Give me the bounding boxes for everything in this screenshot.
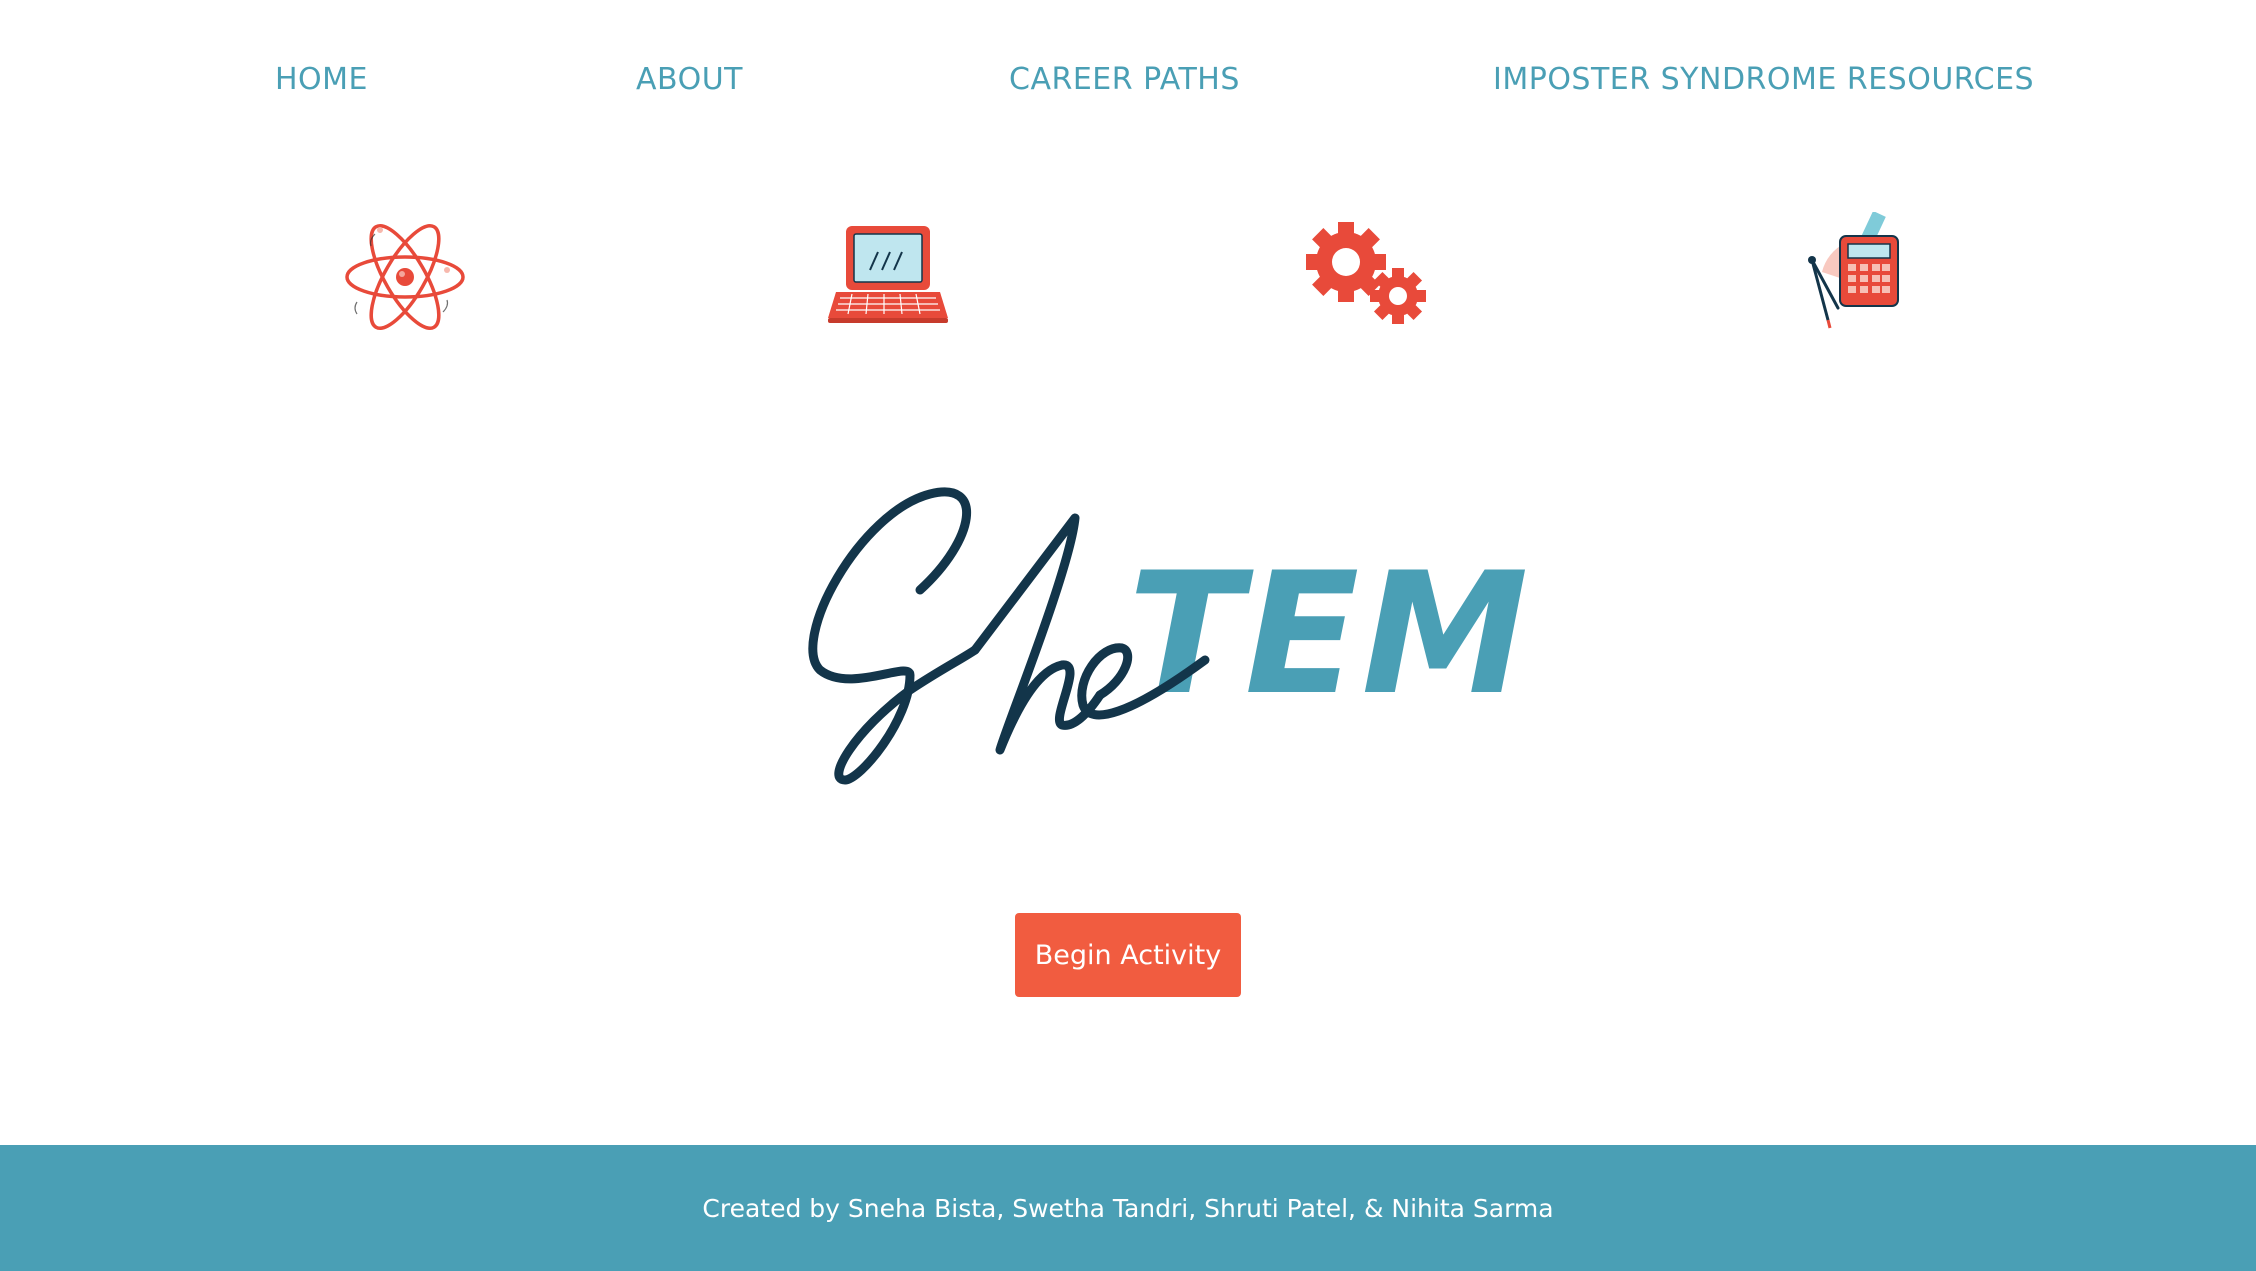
page: HOME ABOUT CAREER PATHS IMPOSTER SYNDROM… [0, 0, 2256, 1271]
nav-link-career-paths[interactable]: CAREER PATHS [1009, 62, 1240, 97]
calculator-icon [1782, 210, 1922, 342]
nav-link-about[interactable]: ABOUT [636, 62, 743, 97]
atom-icon [335, 212, 475, 342]
begin-activity-button[interactable]: Begin Activity [1015, 913, 1241, 997]
footer-credits: Created by Sneha Bista, Swetha Tandri, S… [702, 1193, 1554, 1223]
laptop-icon [818, 212, 958, 342]
footer: Created by Sneha Bista, Swetha Tandri, S… [0, 1145, 2256, 1271]
gears-icon [1298, 212, 1438, 342]
shetem-logo: TEM [800, 480, 1529, 800]
logo-she-script [808, 487, 1210, 785]
nav-link-home[interactable]: HOME [275, 62, 368, 97]
nav-link-imposter-syndrome-resources[interactable]: IMPOSTER SYNDROME RESOURCES [1493, 62, 2034, 97]
